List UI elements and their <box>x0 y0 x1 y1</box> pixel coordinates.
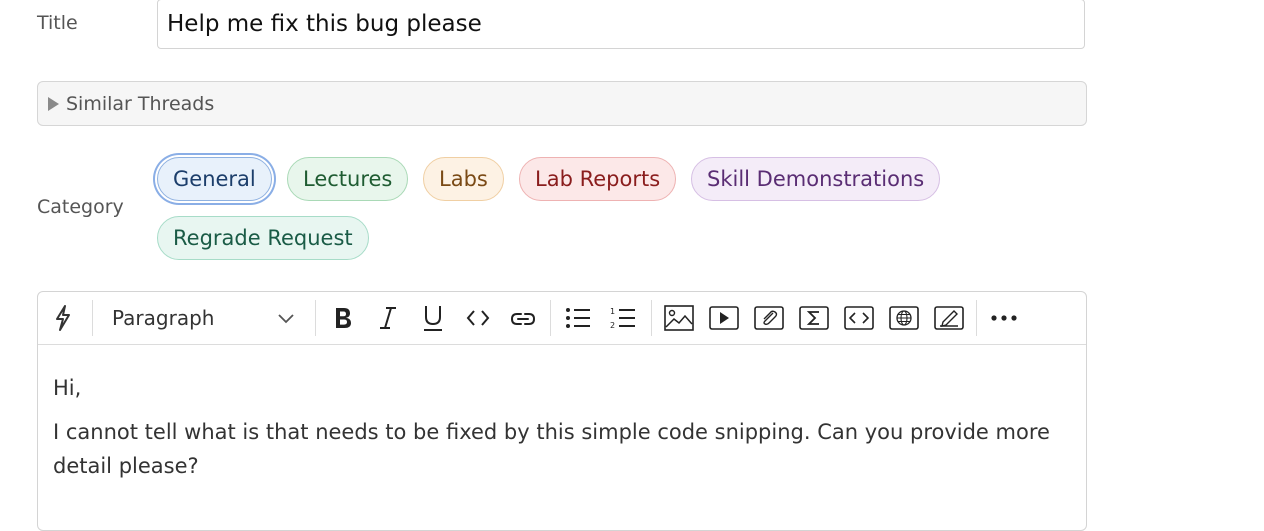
svg-text:2: 2 <box>610 321 615 330</box>
category-label: Category <box>37 196 124 218</box>
more-options-button[interactable] <box>988 292 1020 344</box>
attachment-icon <box>754 306 784 330</box>
link-button[interactable] <box>508 292 538 344</box>
underline-icon <box>424 306 442 331</box>
category-chip-labs[interactable]: Labs <box>423 157 504 201</box>
italic-button[interactable] <box>373 292 403 344</box>
title-input-value: Help me fix this bug please <box>167 11 482 37</box>
title-label: Title <box>37 12 78 34</box>
toolbar-divider <box>550 300 551 336</box>
similar-threads-label: Similar Threads <box>66 92 215 115</box>
more-icon <box>991 315 1017 321</box>
editor-toolbar: Paragraph 12 <box>38 292 1086 345</box>
title-input[interactable]: Help me fix this bug please <box>157 0 1085 49</box>
math-icon <box>799 306 829 330</box>
italic-icon <box>380 307 396 329</box>
expand-triangle-icon <box>48 96 59 111</box>
insert-video-button[interactable] <box>708 292 740 344</box>
toolbar-divider <box>92 300 93 336</box>
editor-content-area[interactable]: Hi, I cannot tell what is that needs to … <box>38 345 1086 483</box>
numbered-list-button[interactable]: 12 <box>608 292 638 344</box>
chevron-down-icon <box>278 314 294 324</box>
image-icon <box>664 305 694 331</box>
quick-action-icon <box>56 305 70 331</box>
insert-web-embed-button[interactable] <box>888 292 920 344</box>
embed-web-icon <box>889 306 919 330</box>
inline-code-icon <box>466 310 490 326</box>
underline-button[interactable] <box>418 292 448 344</box>
bold-button[interactable] <box>328 292 358 344</box>
body-paragraph: I cannot tell what is that needs to be f… <box>53 420 1050 478</box>
inline-code-button[interactable] <box>463 292 493 344</box>
toolbar-divider <box>651 300 652 336</box>
insert-code-block-button[interactable] <box>843 292 875 344</box>
category-chip-regrade-request[interactable]: Regrade Request <box>157 216 369 260</box>
rich-text-editor: Paragraph 12 Hi, I cannot tell what is t… <box>37 291 1087 531</box>
link-icon <box>510 313 536 325</box>
bullet-list-button[interactable] <box>563 292 593 344</box>
bullet-list-icon <box>566 308 590 328</box>
paragraph-style-value: Paragraph <box>112 306 215 330</box>
toolbar-divider <box>315 300 316 336</box>
numbered-list-icon: 12 <box>610 307 635 330</box>
insert-drawing-button[interactable] <box>933 292 965 344</box>
insert-image-button[interactable] <box>663 292 695 344</box>
drawing-icon <box>934 306 964 330</box>
body-paragraph: Hi, <box>53 376 82 400</box>
svg-text:1: 1 <box>610 307 615 316</box>
insert-math-button[interactable] <box>798 292 830 344</box>
category-chip-lectures[interactable]: Lectures <box>287 157 409 201</box>
code-block-icon <box>844 306 874 330</box>
video-icon <box>709 306 739 330</box>
quick-action-button[interactable] <box>50 292 76 344</box>
attach-file-button[interactable] <box>753 292 785 344</box>
category-chip-lab-reports[interactable]: Lab Reports <box>519 157 677 201</box>
bold-icon <box>336 308 351 328</box>
paragraph-style-select[interactable]: Paragraph <box>98 292 303 344</box>
similar-threads-toggle[interactable]: Similar Threads <box>37 81 1087 126</box>
category-chip-general[interactable]: General <box>157 157 272 201</box>
toolbar-divider <box>976 300 977 336</box>
category-chip-skill-demonstrations[interactable]: Skill Demonstrations <box>691 157 941 201</box>
